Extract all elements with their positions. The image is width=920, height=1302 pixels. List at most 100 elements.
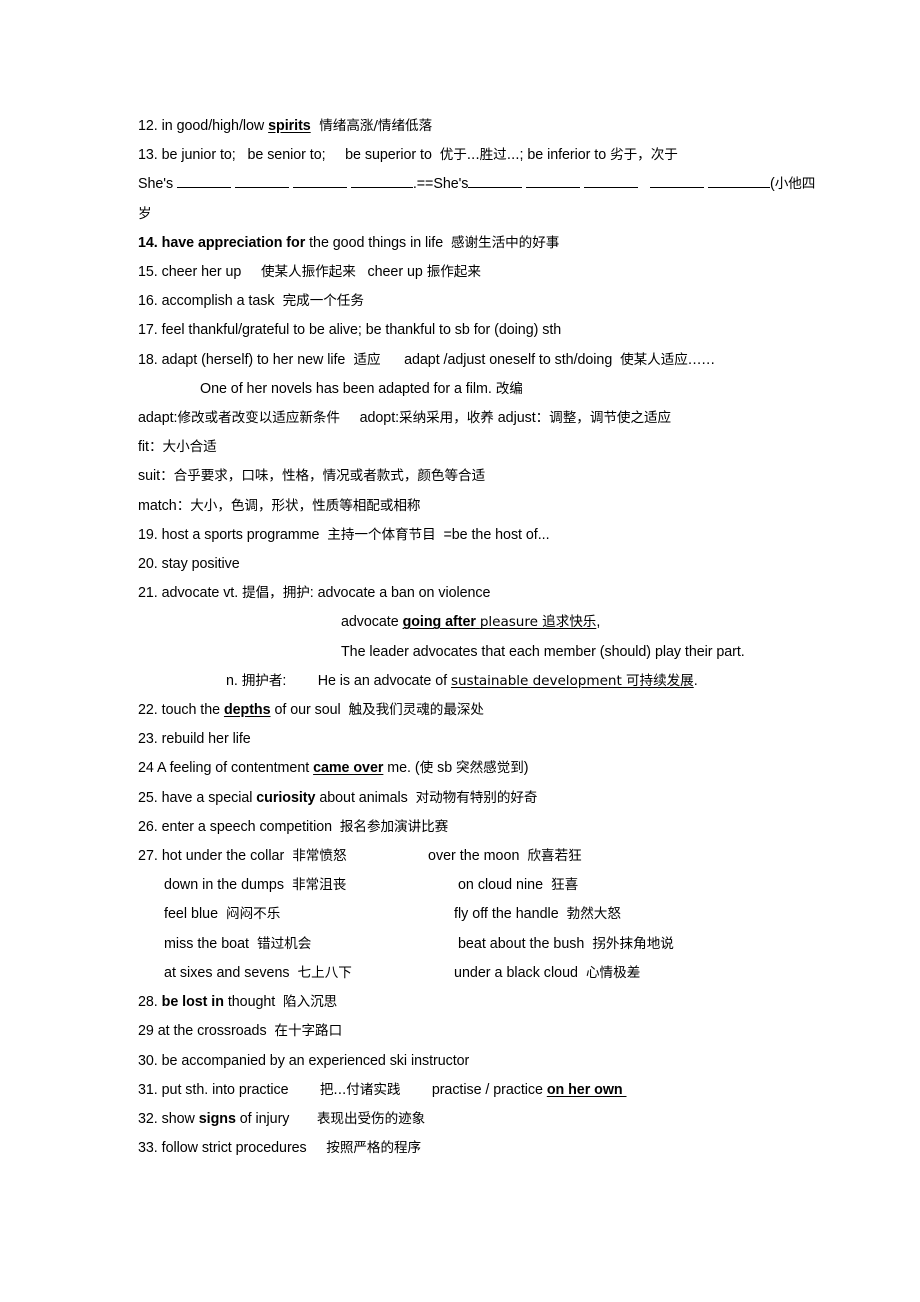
note-fit-meaning: ：大小合适 <box>148 439 217 456</box>
blank-field[interactable] <box>526 174 581 189</box>
entry-30-text: be accompanied by an experienced ski ins… <box>157 1052 470 1069</box>
entry-23-number: 23. <box>138 731 158 748</box>
entry-27-right-cell: fly off the handle 勃然大怒 <box>454 900 786 929</box>
entry-12-text: in good/high/low <box>157 118 269 134</box>
entry-21-ex2-text: The leader advocates that each member (s… <box>341 643 745 660</box>
idiom-right-en: over the moon <box>428 848 528 865</box>
blank-field[interactable] <box>468 174 523 189</box>
entry-24-text-d: ) <box>523 760 529 777</box>
idiom-left-cn: 闷闷不乐 <box>226 906 281 923</box>
entry-16-number: 16. <box>138 293 158 310</box>
entry-21-ex1-underlined: pleasure 追求快乐 <box>479 614 597 631</box>
idiom-left-en: feel blue <box>164 906 226 923</box>
entry-27-left-cell: feel blue 闷闷不乐 <box>138 900 454 929</box>
entry-23: 23. rebuild her life <box>138 725 786 754</box>
entry-20-text: stay positive <box>157 556 240 573</box>
idiom-right-en: beat about the bush <box>454 935 593 952</box>
entry-22-number: 22. <box>138 702 158 719</box>
entry-33-text: follow strict procedures <box>157 1140 327 1157</box>
entry-18-example-translation: 改编 <box>495 380 523 397</box>
entry-27-right-cell: on cloud nine 狂喜 <box>454 871 786 900</box>
entry-22-text-a: touch the <box>157 702 224 719</box>
entry-32-text-b: of injury <box>235 1110 317 1127</box>
idiom-right-en: on cloud nine <box>454 877 551 894</box>
note-match-meaning: ：大小，色调，形状，性质等相配或相称 <box>176 497 421 514</box>
entry-21-translation: 提倡，拥护 <box>242 585 310 602</box>
entry-18: 18. adapt (herself) to her new life 适应 a… <box>138 346 786 375</box>
entry-31-text-b: practise / practice <box>400 1081 547 1098</box>
entry-19-translation: 主持一个体育节目 <box>327 526 436 543</box>
note-adjust-meaning: ：调整，调节使之适应 <box>535 410 672 427</box>
idiom-right-cn: 勃然大怒 <box>566 906 621 923</box>
entry-15-translation-b: 振作起来 <box>426 264 481 281</box>
entry-24-text-b: me. ( <box>383 760 420 777</box>
entry-29-number: 29 <box>138 1023 154 1040</box>
entry-25: 25. have a special curiosity about anima… <box>138 784 786 813</box>
entry-13-number: 13. <box>138 147 158 164</box>
entry-31-keyword: on her own <box>546 1081 627 1098</box>
idiom-right-cn: 狂喜 <box>550 877 579 894</box>
entry-28-text: thought <box>223 994 284 1011</box>
entry-21-number: 21. <box>138 585 158 602</box>
entry-24-keyword: came over <box>313 760 384 777</box>
idiom-left-cn: 七上八下 <box>297 964 352 981</box>
entry-18-text-b: adapt /adjust oneself to sth/doing <box>380 351 621 368</box>
note-word-match: match <box>138 497 177 514</box>
note-word-adopt: adopt: <box>339 410 400 427</box>
entry-21-ex3-a: : He is an advocate of <box>282 672 451 689</box>
entry-14-keyword: have appreciation for <box>157 234 306 251</box>
entry-13-exercise-wrap: 岁 <box>138 205 152 222</box>
note-fit: fit：大小合适 <box>138 433 786 462</box>
entry-33-number: 33. <box>138 1140 158 1157</box>
entry-12: 12. in good/high/low spirits 情绪高涨/情绪低落 <box>138 112 786 141</box>
idiom-right-en: fly off the handle <box>454 906 567 923</box>
blank-field[interactable] <box>234 174 289 189</box>
note-adapt-meaning: 修改或者改变以适应新条件 <box>177 410 340 427</box>
entry-25-keyword: curiosity <box>256 789 316 806</box>
entry-25-text-a: have a special <box>157 789 257 806</box>
entry-26-number: 26. <box>138 818 158 835</box>
blank-field[interactable] <box>292 174 347 189</box>
entry-19-text-a: host a sports programme <box>157 526 328 543</box>
entry-22-text-b: of our soul <box>270 702 349 719</box>
entry-33: 33. follow strict procedures 按照严格的程序 <box>138 1134 786 1163</box>
note-adapt-adopt-adjust: adapt:修改或者改变以适应新条件 adopt:采纳采用，收养 adjust：… <box>138 404 786 433</box>
document-page: 12. in good/high/low spirits 情绪高涨/情绪低落 1… <box>0 0 920 1302</box>
entry-13-exercise: She's .==She's (小他四 <box>138 170 815 199</box>
entry-15-text-a: cheer her up <box>157 264 261 281</box>
entry-24-text-c: sb <box>433 760 457 777</box>
note-word-suit: suit <box>138 468 161 485</box>
idiom-left-cn: 非常沮丧 <box>291 877 347 894</box>
entry-24-text-a: A feeling of contentment <box>153 760 314 777</box>
entry-32-text-a: show <box>157 1110 199 1127</box>
idiom-left-en: hot under the collar <box>157 848 293 865</box>
entry-24: 24 A feeling of contentment came over me… <box>138 754 786 783</box>
note-suit: suit：合乎要求，口味，性格，情况或者款式，颜色等合适 <box>138 462 786 491</box>
entry-32-keyword: signs <box>198 1110 236 1127</box>
entry-18-translation-a: 适应 <box>349 351 381 368</box>
entry-31-text-a: put sth. into practice <box>157 1081 320 1098</box>
entry-13-text-b: ; be inferior to <box>519 147 611 164</box>
entry-21-ex1-c: , <box>596 614 601 631</box>
entry-27-right-cell: over the moon 欣喜若狂 <box>428 842 786 871</box>
blank-field[interactable] <box>177 174 231 189</box>
entry-12-keyword: spirits <box>268 118 311 134</box>
idiom-left-cn: 非常愤怒 <box>292 848 347 865</box>
entry-28-translation: 陷入沉思 <box>283 994 338 1011</box>
blank-field[interactable] <box>650 174 705 189</box>
entry-29: 29 at the crossroads 在十字路口 <box>138 1017 786 1046</box>
entry-14-number: 14. <box>138 234 158 251</box>
entry-28-number: 28. <box>138 994 158 1011</box>
blank-field[interactable] <box>350 174 413 189</box>
entry-14-translation: 感谢生活中的好事 <box>450 234 560 251</box>
entry-26: 26. enter a speech competition 报名参加演讲比赛 <box>138 813 786 842</box>
entry-26-translation: 报名参加演讲比赛 <box>339 818 449 835</box>
blank-field[interactable] <box>708 174 770 189</box>
entry-21-text-b: : advocate a ban on violence <box>309 585 491 602</box>
entry-20: 20. stay positive <box>138 550 786 579</box>
note-word-adapt: adapt: <box>138 410 178 427</box>
blank-field[interactable] <box>584 174 639 189</box>
entry-19: 19. host a sports programme 主持一个体育节目 =be… <box>138 521 786 550</box>
entry-33-translation: 按照严格的程序 <box>326 1140 422 1157</box>
entry-15-translation-a: 使某人振作起来 <box>260 264 356 281</box>
